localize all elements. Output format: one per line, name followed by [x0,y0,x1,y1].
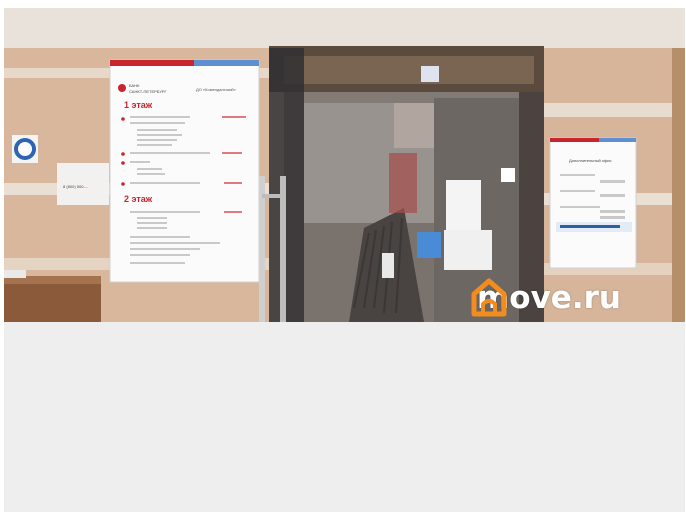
bank-name-line1: БАНК [129,83,140,88]
floor1-heading: 1 этаж [124,100,153,110]
office-name: ДО «Комендантский» [196,87,236,92]
bank-name-line2: САНКТ-ПЕТЕРБУРГ [129,89,167,94]
glass-notice [444,230,492,270]
house-icon [471,278,507,317]
board-footer-bar [560,225,620,228]
small-sign-phone: 8 (800) 500-... [63,184,89,189]
page: БАНК САНКТ-ПЕТЕРБУРГ ДО «Комендантский» … [0,0,686,515]
door-handle-bar [262,194,284,198]
wall-sticker-badge [18,142,32,156]
floor2-heading: 2 этаж [124,194,153,204]
glass-sticker [421,66,439,82]
bank-logo-icon [118,84,126,92]
glass-door-edge [269,48,304,322]
glass-notice [446,180,481,232]
ceiling [4,8,685,48]
glass-sticker [501,168,515,182]
photo-scene [4,8,685,322]
listing-photo: БАНК САНКТ-ПЕТЕРБУРГ ДО «Комендантский» … [4,8,685,322]
sanitizer [382,253,394,278]
board-top-bar [599,138,636,142]
glass-notice [417,232,441,258]
door-frame-top [284,56,534,84]
wall-edge [672,48,685,322]
wall-stripe [544,103,685,117]
empty-area [4,322,685,512]
right-board-title: Дополнительный офис [569,158,612,163]
board-top-bar [194,60,259,66]
counter-paper [4,270,26,278]
watermark: move.ru [471,278,621,318]
